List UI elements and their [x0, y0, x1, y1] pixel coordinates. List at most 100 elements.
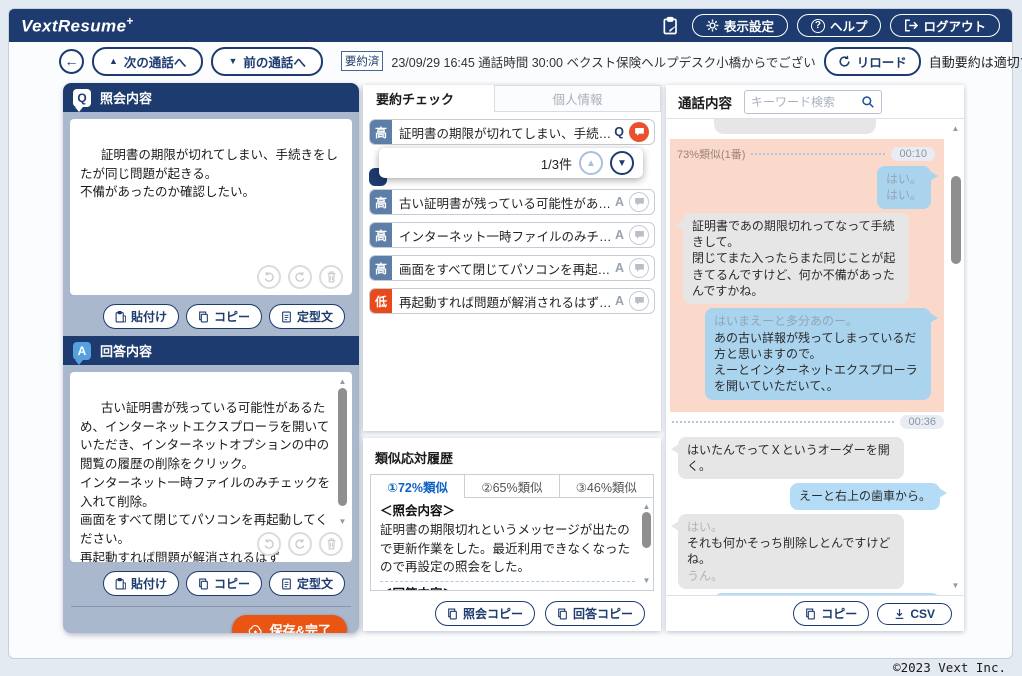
scroll-down-icon[interactable]: ▼	[640, 575, 653, 587]
customer-bubble[interactable]: はいたんでってＸというオーダーを開く。	[671, 436, 904, 480]
answer-copy-button[interactable]: 回答コピー	[544, 601, 645, 626]
copy-icon	[557, 608, 568, 620]
comment-bubble-icon[interactable]	[629, 258, 649, 278]
operator-bubble[interactable]: えーと右上の歯車から。	[789, 483, 948, 510]
chat-message-row: はい。 それも何かそっち削除しとんですけどね。 うん。	[670, 513, 946, 589]
similar-tab[interactable]: ②65%類似	[465, 474, 560, 498]
undo-icon[interactable]	[257, 265, 281, 289]
similar-scrollbar[interactable]: ▲ ▼	[640, 501, 651, 587]
answer-copy-button[interactable]: コピー	[185, 571, 262, 596]
undo-icon[interactable]	[257, 532, 281, 556]
answer-title: 回答内容	[100, 344, 153, 359]
comment-bubble-icon[interactable]	[629, 225, 649, 245]
chat-copy-button[interactable]: コピー	[793, 601, 870, 626]
chat-message-row: はいまえーと多分あのー。 あの古い詳報が残ってしまっているだ方と思いますので。 えー…	[675, 308, 938, 400]
qa-letter: A	[614, 195, 624, 209]
feedback-question: 自動要約は適切でしたか？	[928, 54, 1022, 70]
paste-icon	[115, 310, 126, 323]
scroll-up-icon[interactable]: ▲	[949, 124, 962, 133]
scroll-down-icon[interactable]: ▼	[949, 581, 962, 590]
search-input[interactable]	[751, 94, 861, 109]
summary-item[interactable]: 高証明書の期限が切れてしまい、手続… Q	[369, 119, 655, 145]
qa-letter: Q	[614, 125, 624, 139]
pager-down-button[interactable]: ▼	[610, 151, 634, 175]
cloud-upload-icon	[248, 624, 263, 633]
divider-line	[751, 153, 886, 155]
scroll-thumb[interactable]	[951, 176, 961, 264]
app-logo: VextResume+	[21, 14, 134, 36]
inquiry-template-button[interactable]: 定型文	[268, 304, 345, 329]
reload-button[interactable]: リロード	[823, 46, 921, 76]
logout-icon	[904, 19, 919, 32]
next-call-button[interactable]: ▲ 次の通話へ	[92, 46, 204, 76]
scroll-down-icon[interactable]: ▼	[336, 516, 349, 528]
redo-icon[interactable]	[288, 532, 312, 556]
pager-up-button[interactable]: ▲	[579, 151, 603, 175]
summary-item[interactable]: 高インターネット一時ファイルのみチ… A	[369, 222, 655, 248]
similar-history-body[interactable]: ＜照会内容＞ 証明書の期限切れというメッセージが出たので更新作業をした。最近利用…	[370, 498, 654, 591]
tab-personal-info[interactable]: 個人情報	[494, 85, 661, 112]
answer-textarea[interactable]: 古い証明書が残っている可能性があるため、インターネットエクスプローラを開いていた…	[70, 372, 352, 562]
answer-actions: 貼付け コピー 定型文	[63, 569, 359, 603]
logout-button[interactable]: ログアウト	[890, 14, 1000, 37]
similar-highlight-block: 73%類似(1番) 00:10 はい。 はい。 証明書であの期限切れってなって手続き…	[670, 139, 944, 412]
save-complete-button[interactable]: 保存&完了	[231, 615, 347, 633]
download-icon	[894, 608, 905, 620]
similar-history-tabs: ①72%類似 ②65%類似 ③46%類似	[370, 474, 654, 498]
keyword-search-box[interactable]	[744, 89, 882, 114]
q-bubble-icon: Q	[73, 88, 91, 112]
search-icon[interactable]	[861, 95, 875, 109]
redo-icon[interactable]	[288, 265, 312, 289]
comment-bubble-icon[interactable]	[629, 192, 649, 212]
call-footer: コピー CSV	[666, 595, 964, 631]
display-settings-button[interactable]: 表示設定	[691, 14, 788, 37]
comment-bubble-icon[interactable]	[629, 122, 649, 142]
delete-icon[interactable]	[319, 532, 343, 556]
prev-call-button[interactable]: ▼ 前の通話へ	[211, 46, 323, 76]
operator-bubble[interactable]: はいまえーと多分あのー。 あの古い詳報が残ってしまっているだ方と思いますので。 えー…	[705, 308, 938, 400]
scroll-thumb[interactable]	[338, 388, 347, 506]
similar-history-actions: 照会コピー 回答コピー	[363, 591, 661, 626]
priority-badge: 高	[370, 190, 392, 214]
similar-inquiry-text: 証明書の期限切れというメッセージが出たので更新作業をした。最近利用できなくなった…	[380, 522, 631, 575]
similar-tab[interactable]: ①72%類似	[370, 474, 466, 498]
chat-message-row: とちょっとそこから別の所を開いていただきたいんですね。	[670, 592, 946, 595]
summarized-badge: 要約済	[340, 51, 384, 71]
similar-tab[interactable]: ③46%類似	[559, 474, 654, 498]
call-title: 通話内容	[678, 95, 732, 111]
scroll-thumb[interactable]	[642, 512, 651, 548]
scroll-up-icon[interactable]: ▲	[336, 376, 349, 388]
chat-message-row: えーと右上の歯車から。	[670, 483, 948, 510]
tab-summary-check[interactable]: 要約チェック	[363, 85, 494, 112]
summary-item[interactable]: 低再起動すれば問題が解消されるはず… A	[369, 288, 655, 314]
summary-item[interactable]: 高古い証明書が残っている可能性があ… A	[369, 189, 655, 215]
call-header: 通話内容	[666, 85, 964, 119]
inquiry-textarea[interactable]: 証明書の期限が切れてしまい、手続きをしたが同じ問題が起きる。 不備があったのか確…	[70, 119, 352, 295]
copy-icon	[805, 608, 816, 620]
answer-template-button[interactable]: 定型文	[268, 571, 345, 596]
delete-icon[interactable]	[319, 265, 343, 289]
answer-paste-button[interactable]: 貼付け	[102, 571, 179, 596]
inquiry-paste-button[interactable]: 貼付け	[102, 304, 179, 329]
inquiry-title: 照会内容	[100, 91, 153, 106]
help-button[interactable]: ? ヘルプ	[796, 14, 882, 37]
memo-icon[interactable]	[661, 16, 681, 36]
customer-bubble[interactable]: はい。 それも何かそっち削除しとんですけどね。 うん。	[671, 513, 904, 589]
summary-item[interactable]: 高画面をすべて閉じてパソコンを再起… A	[369, 255, 655, 281]
back-button[interactable]: ←	[59, 48, 84, 74]
chat-message-row: はい。 はい。	[675, 166, 939, 209]
csv-download-button[interactable]: CSV	[877, 602, 952, 625]
priority-badge: 高	[370, 256, 392, 280]
operator-bubble[interactable]: はい。 はい。	[876, 166, 939, 209]
inquiry-copy-button[interactable]: コピー	[185, 304, 262, 329]
comment-bubble-icon[interactable]	[629, 291, 649, 311]
inquiry-copy-button[interactable]: 照会コピー	[434, 601, 535, 626]
answer-scrollbar[interactable]: ▲ ▼	[336, 376, 349, 528]
chat-area[interactable]: 73%類似(1番) 00:10 はい。 はい。 証明書であの期限切れってなって手続き…	[666, 119, 964, 595]
paste-icon	[115, 577, 126, 590]
customer-bubble[interactable]: 証明書であの期限切れってなって手続きして。 閉じてまた入ったらまた同じことが起きて…	[676, 212, 909, 305]
operator-bubble[interactable]: とちょっとそこから別の所を開いていただきたいんですね。	[714, 592, 940, 595]
edit-panel: Q 照会内容 証明書の期限が切れてしまい、手続きをしたが同じ問題が起きる。 不備…	[63, 83, 359, 633]
chat-scrollbar[interactable]: ▲ ▼	[949, 124, 962, 590]
priority-badge: 高	[370, 223, 392, 247]
